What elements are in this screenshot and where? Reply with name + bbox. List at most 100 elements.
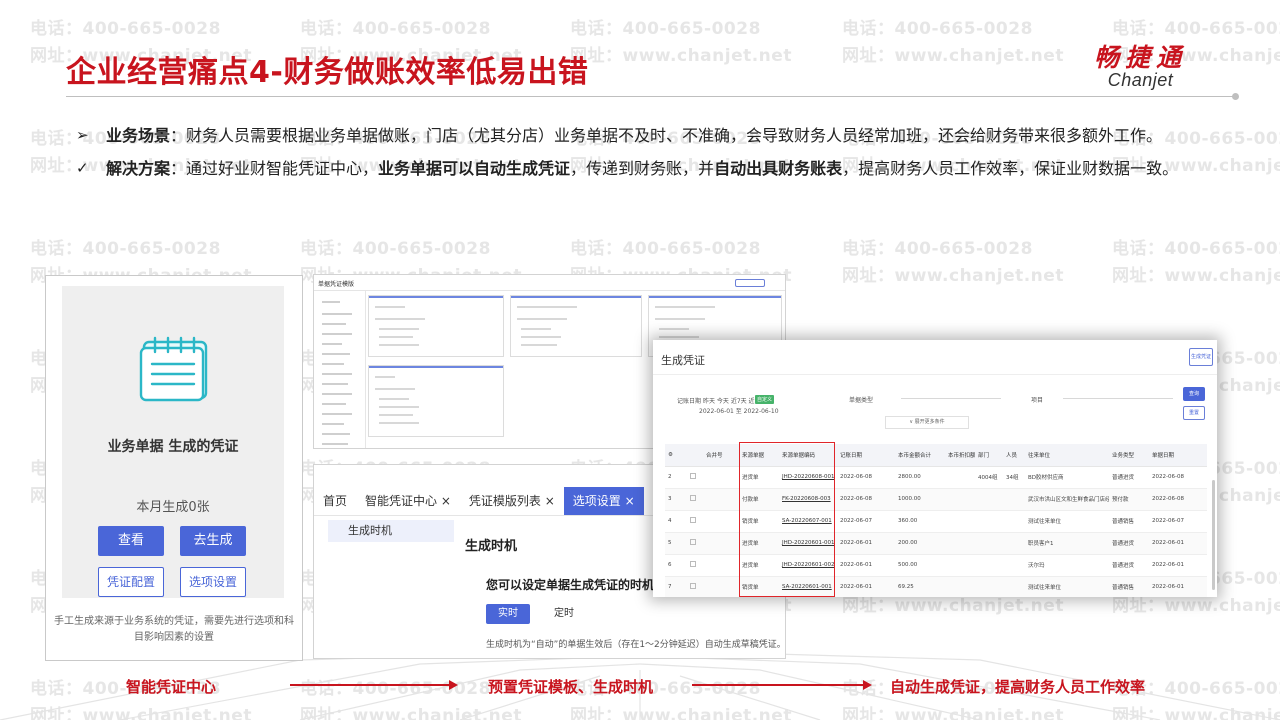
bullet-text: 解决方案：通过好业财智能凭证中心，业务单据可以自动生成凭证，传递到财务账，并自动… xyxy=(106,152,1216,185)
expand-filters-button[interactable]: ∨ 展开更多条件 xyxy=(885,416,969,429)
column-header[interactable] xyxy=(687,444,703,467)
table-cell xyxy=(945,488,975,511)
column-header[interactable]: 部门 xyxy=(975,444,1003,467)
table-cell: 普通销售 xyxy=(1109,510,1149,533)
source-doc-highlight-box xyxy=(739,442,835,597)
timing-question: 您可以设定单据生成凭证的时机(例 xyxy=(486,576,668,593)
table-cell xyxy=(1003,510,1025,533)
watermark-site: 网址：www.chanjet.net xyxy=(842,46,1064,66)
card-note: 手工生成来源于业务系统的凭证，需要先进行选项和科目影响因素的设置 xyxy=(54,616,294,643)
flow-arrow-1 xyxy=(290,680,458,690)
view-button[interactable]: 查看 xyxy=(98,526,164,556)
table-cell: 沃尔玛 xyxy=(1025,554,1109,577)
table-cell: 2022-06-01 xyxy=(1149,554,1207,577)
query-button[interactable]: 查询 xyxy=(1183,387,1205,401)
sidebar-item-generate-timing[interactable]: 生成时机 xyxy=(328,520,454,542)
bullet-label: 解决方案 xyxy=(106,159,171,178)
table-cell: 普通销售 xyxy=(1109,576,1149,597)
table-cell xyxy=(945,532,975,555)
column-header[interactable]: ⚙ xyxy=(665,444,687,467)
row-checkbox[interactable] xyxy=(687,466,703,489)
smart-voucher-card: 业务单据 生成的凭证 本月生成0张 查看 去生成 凭证配置 选项设置 手工生成来… xyxy=(45,275,303,661)
table-cell xyxy=(975,510,1003,533)
template-title: 单据凭证模版 xyxy=(318,281,355,288)
row-checkbox[interactable] xyxy=(687,488,703,511)
table-cell: 7 xyxy=(665,576,687,597)
row-checkbox[interactable] xyxy=(687,576,703,597)
watermark-text: 电话：400-665-0028 网址：www.chanjet.net xyxy=(570,16,792,70)
column-header[interactable]: 业务类型 xyxy=(1109,444,1149,467)
table-cell xyxy=(703,576,739,597)
slide-title: 企业经营痛点4-财务做账效率低易出错 xyxy=(66,55,589,90)
table-cell: 34组 xyxy=(1003,466,1025,489)
watermark-text: 电话：400-665-0028 网址：www.chanjet.net xyxy=(1112,236,1280,290)
tab-smart-voucher-center[interactable]: 智能凭证中心 × xyxy=(356,487,460,515)
doc-type-select[interactable] xyxy=(901,398,1001,399)
reset-button[interactable]: 重置 xyxy=(1183,406,1205,420)
filter-date-range[interactable]: 2022-06-01 至 2022-06-10 xyxy=(699,406,779,415)
watermark-phone: 电话：400-665-0028 xyxy=(300,19,491,39)
voucher-config-button[interactable]: 凭证配置 xyxy=(98,567,164,597)
row-checkbox[interactable] xyxy=(687,510,703,533)
watermark-phone: 电话：400-665-0028 xyxy=(30,239,221,259)
bullet-solution: ✓ 解决方案：通过好业财智能凭证中心，业务单据可以自动生成凭证，传递到财务账，并… xyxy=(76,152,1216,185)
filter-project-label: 项目 xyxy=(1031,397,1044,404)
table-cell: 1000.00 xyxy=(895,488,945,511)
filter-custom-badge[interactable]: 自定义 xyxy=(755,395,775,404)
card-title: 业务单据 生成的凭证 xyxy=(107,439,239,455)
column-header[interactable]: 记账日期 xyxy=(837,444,895,467)
row-checkbox[interactable] xyxy=(687,554,703,577)
column-header[interactable]: 往来单位 xyxy=(1025,444,1109,467)
watermark-phone: 电话：400-665-0028 xyxy=(842,19,1033,39)
watermark-phone: 电话：400-665-0028 xyxy=(570,19,761,39)
table-cell: 6 xyxy=(665,554,687,577)
table-cell xyxy=(945,466,975,489)
table-cell: 2022-06-01 xyxy=(837,532,895,555)
column-header[interactable]: 人员 xyxy=(1003,444,1025,467)
column-header[interactable]: 本币金额合计 xyxy=(895,444,945,467)
table-cell xyxy=(1003,554,1025,577)
table-cell: 2 xyxy=(665,466,687,489)
bullet-business-scenario: ➢ 业务场景：财务人员需要根据业务单据做账，门店（尤其分店）业务单据不及时、不准… xyxy=(76,119,1216,152)
watermark-site: 网址：www.chanjet.net xyxy=(842,596,1064,616)
bullet-list: ➢ 业务场景：财务人员需要根据业务单据做账，门店（尤其分店）业务单据不及时、不准… xyxy=(76,119,1216,185)
watermark-phone: 电话：400-665-0028 xyxy=(842,239,1033,259)
table-cell xyxy=(703,488,739,511)
logo-cn-text: 畅捷通 xyxy=(1094,43,1188,72)
column-header[interactable]: 本币折扣额 xyxy=(945,444,975,467)
table-cell xyxy=(703,554,739,577)
logo-en-text: Chanjet xyxy=(1107,70,1174,90)
tab-home[interactable]: 首页 xyxy=(314,487,356,515)
template-header-button[interactable] xyxy=(735,279,765,287)
table-cell: 3 xyxy=(665,488,687,511)
column-header[interactable]: 单据日期 xyxy=(1149,444,1207,467)
table-cell xyxy=(975,488,1003,511)
watermark-text: 电话：400-665-0028 网址：www.chanjet.net xyxy=(842,16,1064,70)
generate-voucher-button[interactable]: 生成凭证 xyxy=(1189,348,1213,366)
table-cell: 武汉市洪山区文和生鲜食品门店经营部 xyxy=(1025,488,1109,511)
bullet-body: ：财务人员需要根据业务单据做账，门店（尤其分店）业务单据不及时、不准确，会导致财… xyxy=(170,126,1163,145)
scheduled-option[interactable]: 定时 xyxy=(542,604,586,624)
realtime-option[interactable]: 实时 xyxy=(486,604,530,624)
row-checkbox[interactable] xyxy=(687,532,703,555)
tab-voucher-template-list[interactable]: 凭证模版列表 × xyxy=(460,487,564,515)
flow-step-2: 预置凭证模板、生成时机 xyxy=(488,678,654,696)
flow-step-1: 智能凭证中心 xyxy=(126,678,217,696)
table-cell: 2022-06-08 xyxy=(837,488,895,511)
table-cell: 360.00 xyxy=(895,510,945,533)
watermark-site: 网址：www.chanjet.net xyxy=(1112,596,1280,616)
bullet-emphasis: 自动出具财务账表 xyxy=(714,159,843,178)
table-scrollbar[interactable] xyxy=(1212,480,1215,590)
table-cell xyxy=(1003,532,1025,555)
generate-button[interactable]: 去生成 xyxy=(180,526,246,556)
title-rule xyxy=(66,96,1236,97)
table-cell: 2022-06-01 xyxy=(837,554,895,577)
table-cell: 测试往来单位 xyxy=(1025,576,1109,597)
project-select[interactable] xyxy=(1063,398,1173,399)
tab-option-settings[interactable]: 选项设置 × xyxy=(563,487,644,515)
watermark-site: 网址：www.chanjet.net xyxy=(570,46,792,66)
table-cell xyxy=(1003,488,1025,511)
table-cell: 2022-06-08 xyxy=(837,466,895,489)
option-settings-button[interactable]: 选项设置 xyxy=(180,567,246,597)
column-header[interactable]: 合并号 xyxy=(703,444,739,467)
